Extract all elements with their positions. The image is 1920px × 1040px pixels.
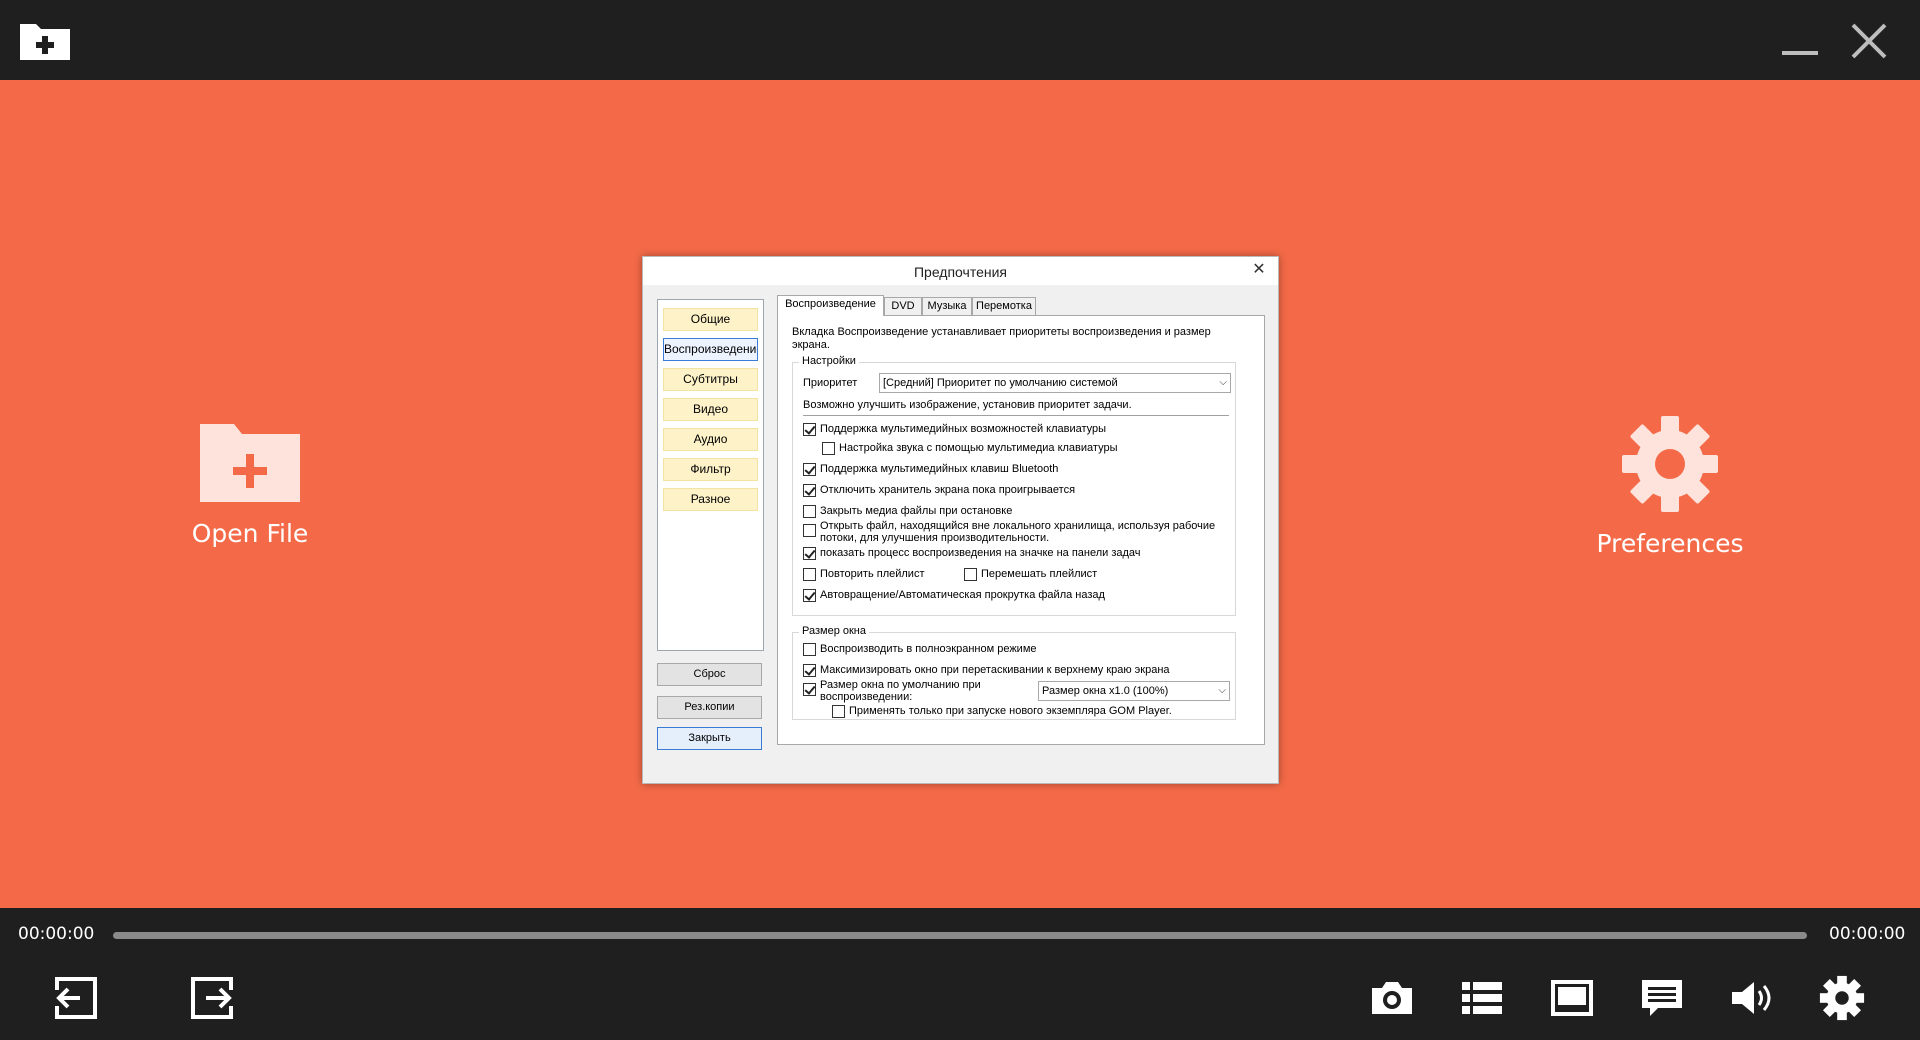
checkbox-row-keyboard-multimedia[interactable]: Поддержка мультимедийных возможностей кл…	[803, 423, 1106, 436]
checkbox-row-maximize-drag[interactable]: Максимизировать окно при перетаскивании …	[803, 664, 1170, 677]
volume-icon[interactable]	[1728, 974, 1776, 1022]
control-bar: 00:00:00 00:00:00	[0, 908, 1920, 1040]
checkbox[interactable]	[803, 589, 816, 602]
window-size-group: Размер окна Воспроизводить в полноэкранн…	[792, 625, 1236, 720]
preferences-label: Preferences	[1596, 529, 1744, 558]
nav-item-misc[interactable]: Разное	[663, 488, 758, 511]
tab-playback[interactable]: Воспроизведение	[777, 295, 884, 316]
checkbox-row-default-size[interactable]: Размер окна по умолчанию при воспроизвед…	[803, 679, 993, 703]
nav-item-subtitles[interactable]: Субтитры	[663, 368, 758, 391]
screen-ratio-icon[interactable]	[1548, 974, 1596, 1022]
checkbox[interactable]	[803, 547, 816, 560]
nav-item-video[interactable]: Видео	[663, 398, 758, 421]
checkbox[interactable]	[803, 524, 816, 537]
checkbox-row-new-instance-only[interactable]: Применять только при запуске нового экзе…	[832, 705, 1172, 718]
total-time: 00:00:00	[1829, 924, 1906, 944]
priority-label: Приоритет	[803, 377, 858, 389]
open-folder-icon[interactable]	[18, 18, 72, 62]
settings-gear-icon[interactable]	[1818, 974, 1866, 1022]
window-size-group-title: Размер окна	[799, 625, 869, 637]
checkbox[interactable]	[803, 423, 816, 436]
gear-icon	[1622, 416, 1718, 512]
nav-item-filter[interactable]: Фильтр	[663, 458, 758, 481]
checkbox-row-fullscreen[interactable]: Воспроизводить в полноэкранном режиме	[803, 643, 1037, 656]
tab-dvd[interactable]: DVD	[884, 297, 922, 315]
checkbox-row-close-on-stop[interactable]: Закрыть медиа файлы при остановке	[803, 505, 1012, 518]
backup-button[interactable]: Рез.копии	[657, 696, 762, 719]
window-size-select[interactable]: Размер окна x1.0 (100%) ⌵	[1038, 681, 1230, 701]
checkbox[interactable]	[803, 683, 816, 696]
checkbox-row-remote-file-threads[interactable]: Открыть файл, находящийся вне локального…	[803, 520, 1223, 544]
checkbox[interactable]	[832, 705, 845, 718]
nav-item-playback[interactable]: Воспроизведение	[663, 338, 758, 361]
checkbox-row-bluetooth-keys[interactable]: Поддержка мультимедийных клавиш Bluetoot…	[803, 463, 1058, 476]
next-file-icon[interactable]	[188, 974, 236, 1022]
nav-item-audio[interactable]: Аудио	[663, 428, 758, 451]
preferences-button[interactable]: Preferences	[1580, 416, 1760, 558]
divider	[803, 415, 1229, 416]
priority-select[interactable]: [Средний] Приоритет по умолчанию системо…	[879, 373, 1231, 393]
checkbox[interactable]	[964, 568, 977, 581]
minimize-icon[interactable]	[1780, 30, 1820, 60]
priority-hint: Возможно улучшить изображение, установив…	[803, 399, 1132, 411]
reset-button[interactable]: Сброс	[657, 663, 762, 686]
current-time: 00:00:00	[18, 924, 95, 944]
checkbox[interactable]	[822, 442, 835, 455]
checkbox[interactable]	[803, 643, 816, 656]
title-bar	[0, 0, 1920, 80]
nav-item-general[interactable]: Общие	[663, 308, 758, 331]
checkbox[interactable]	[803, 664, 816, 677]
close-icon[interactable]	[1848, 20, 1890, 62]
checkbox-row-auto-rewind[interactable]: Автовращение/Автоматическая прокрутка фа…	[803, 589, 1105, 602]
checkbox-row-keyboard-volume[interactable]: Настройка звука с помощью мультимедиа кл…	[822, 442, 1117, 455]
folder-plus-icon	[200, 424, 300, 502]
dialog-title: Предпочтения	[913, 264, 1008, 280]
settings-group: Настройки Приоритет [Средний] Приоритет …	[792, 355, 1236, 616]
checkbox-row-taskbar-progress[interactable]: показать процесс воспроизведения на знач…	[803, 547, 1141, 560]
dialog-titlebar: Предпочтения ✕	[643, 257, 1278, 285]
playback-tab-panel: Вкладка Воспроизведение устанавливает пр…	[777, 315, 1265, 745]
dialog-close-icon[interactable]: ✕	[1250, 261, 1268, 279]
preferences-dialog: Предпочтения ✕ Общие Воспроизведение Суб…	[642, 256, 1279, 784]
playlist-icon[interactable]	[1458, 974, 1506, 1022]
tab-music[interactable]: Музыка	[922, 297, 972, 315]
open-file-label: Open File	[191, 519, 309, 548]
checkbox[interactable]	[803, 568, 816, 581]
open-file-button[interactable]: Open File	[170, 420, 330, 548]
checkbox-row-disable-screensaver[interactable]: Отключить хранитель экрана пока проигрыв…	[803, 484, 1075, 497]
settings-group-title: Настройки	[799, 355, 859, 367]
tab-description: Вкладка Воспроизведение устанавливает пр…	[792, 326, 1211, 351]
subtitles-icon[interactable]	[1638, 974, 1686, 1022]
seek-bar[interactable]	[113, 932, 1807, 939]
previous-file-icon[interactable]	[52, 974, 100, 1022]
category-list: Общие Воспроизведение Субтитры Видео Ауд…	[657, 299, 764, 651]
checkbox-row-repeat-playlist[interactable]: Повторить плейлист	[803, 568, 924, 581]
tab-seek[interactable]: Перемотка	[972, 297, 1036, 315]
checkbox[interactable]	[803, 505, 816, 518]
checkbox-row-shuffle-playlist[interactable]: Перемешать плейлист	[964, 568, 1097, 581]
screenshot-icon[interactable]	[1368, 974, 1416, 1022]
close-button[interactable]: Закрыть	[657, 727, 762, 750]
checkbox[interactable]	[803, 463, 816, 476]
checkbox[interactable]	[803, 484, 816, 497]
